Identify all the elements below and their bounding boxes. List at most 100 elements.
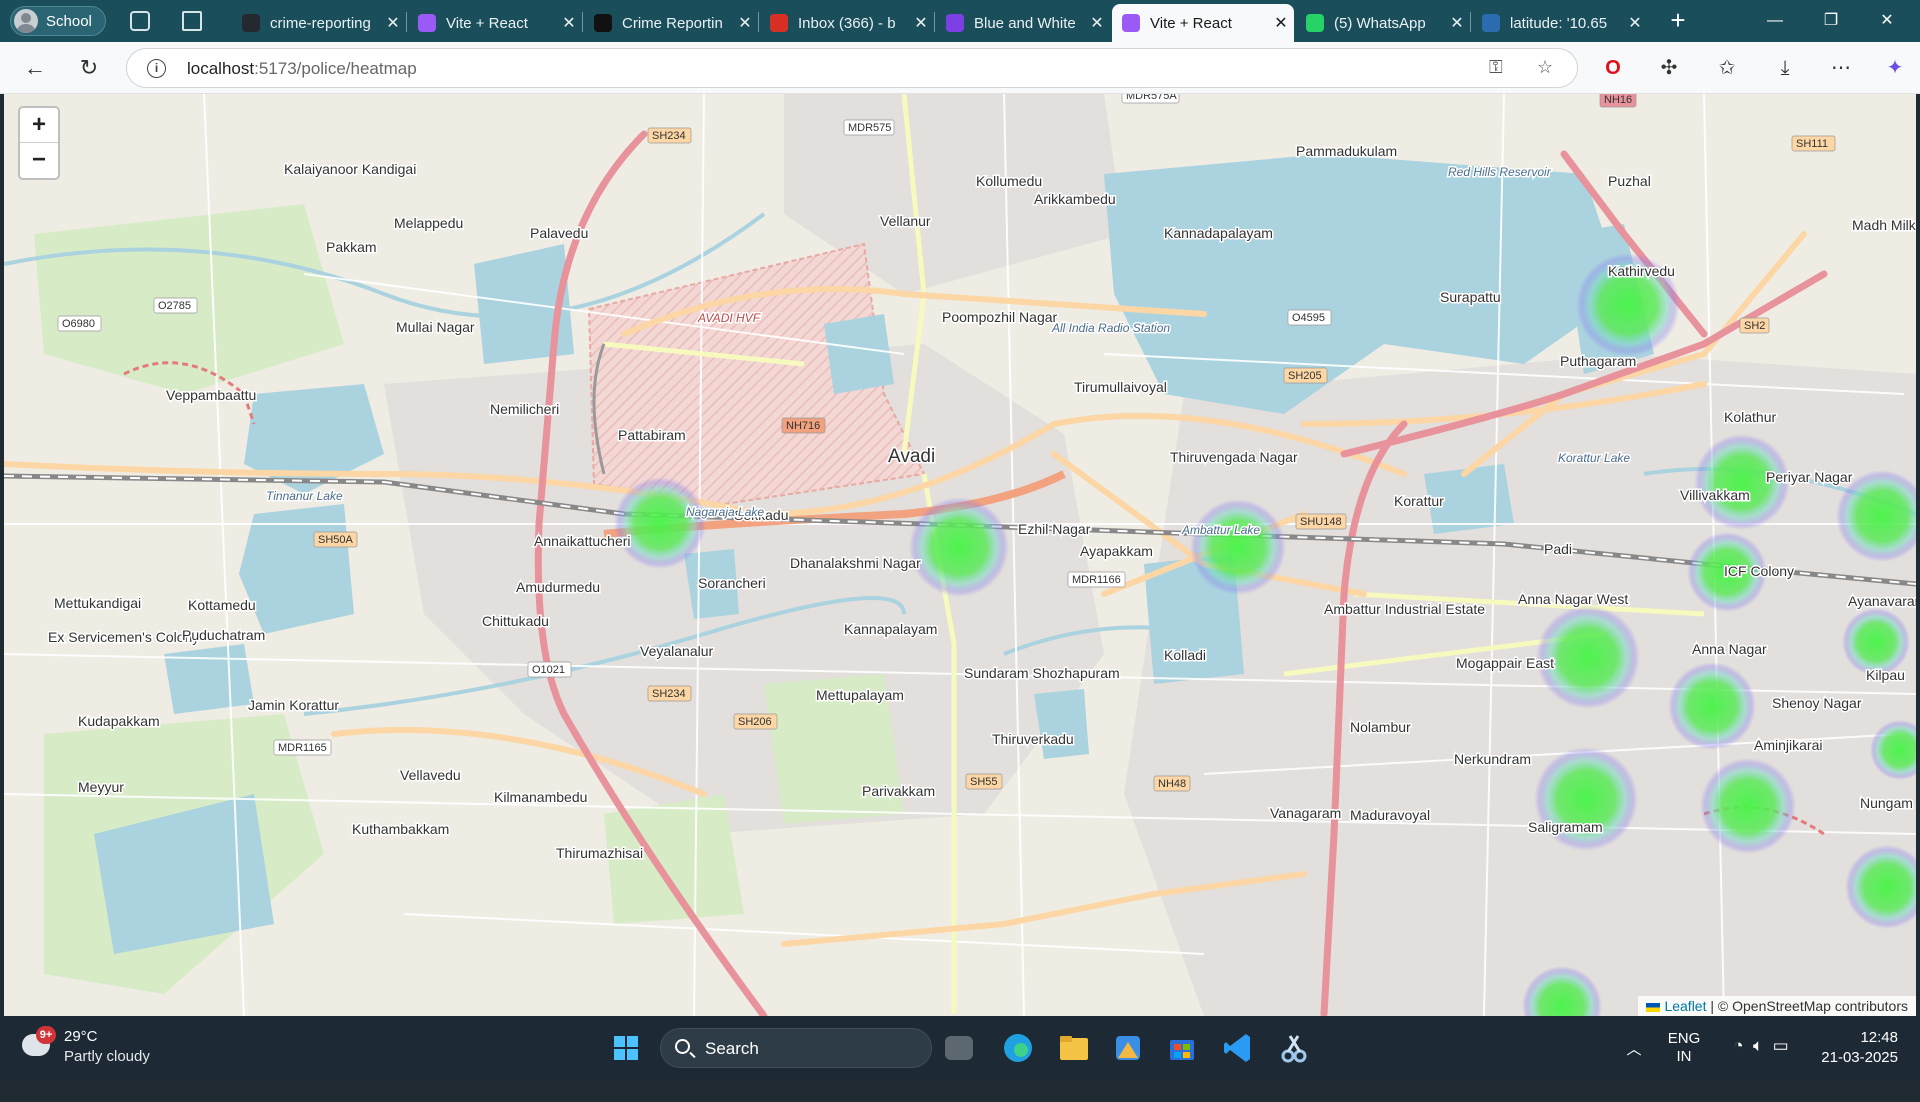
road-shield-label: O4595 — [1292, 312, 1325, 324]
workspaces-icon[interactable] — [130, 11, 150, 31]
place-label: Poompozhil Nagar — [942, 309, 1058, 325]
tab-6[interactable]: Vite + React ✕ — [1112, 4, 1294, 42]
tab-title: latitude: '10.65 — [1510, 14, 1608, 32]
site-info-icon[interactable]: i — [147, 59, 166, 78]
tab-5[interactable]: Blue and White ✕ — [936, 4, 1110, 42]
maximize-button[interactable]: ❐ — [1808, 8, 1854, 34]
road-shield-label: NH16 — [1604, 94, 1632, 106]
ukraine-flag-icon — [1646, 1002, 1661, 1012]
address-bar[interactable]: i localhost:5173/police/heatmap ⚿ ☆ — [126, 48, 1578, 88]
system-tray-icons[interactable]: ◔ 🔈︎ ▭ — [1716, 1036, 1806, 1100]
vite-icon — [418, 14, 436, 32]
heatmap-map[interactable]: SH234 MDR575 MDR575A NH16 SH111 O2785 O6980 NH7… — [4, 94, 1916, 1016]
map-tiles[interactable]: SH234 MDR575 MDR575A NH16 SH111 O2785 O6980 NH7… — [4, 94, 1916, 1016]
place-label: Nemilicheri — [490, 401, 559, 417]
photos-icon[interactable] — [1108, 1028, 1148, 1068]
input-language[interactable]: ENG IN — [1666, 1030, 1702, 1094]
place-label: Kilmanambedu — [494, 789, 587, 805]
close-tab-icon[interactable]: ✕ — [908, 13, 934, 33]
minimize-button[interactable]: — — [1752, 8, 1798, 34]
tab-separator — [1470, 12, 1471, 32]
copilot-icon[interactable]: ✦ — [1880, 54, 1910, 84]
close-tab-icon[interactable]: ✕ — [1268, 13, 1294, 33]
place-label: Ayapakkam — [1080, 543, 1153, 559]
heat-spot — [1668, 662, 1756, 750]
close-tab-icon[interactable]: ✕ — [1444, 13, 1470, 33]
more-menu-icon[interactable]: ⋯ — [1826, 54, 1856, 84]
leaflet-link[interactable]: Leaflet — [1664, 998, 1706, 1014]
vscode-icon[interactable] — [1218, 1028, 1258, 1068]
snipping-tool-icon[interactable] — [1274, 1028, 1314, 1068]
road-shield-label: SH234 — [652, 130, 686, 142]
map-attribution: Leaflet | © OpenStreetMap contributors — [1638, 996, 1916, 1016]
heat-spot — [909, 497, 1009, 597]
store-icon[interactable] — [1162, 1028, 1202, 1068]
key-icon[interactable]: ⚿ — [1489, 57, 1503, 78]
gmail-icon — [770, 14, 788, 32]
close-window-button[interactable]: ✕ — [1864, 8, 1910, 34]
road-shield-label: SH111 — [1796, 138, 1828, 150]
road-shield-label: SH2 — [1744, 320, 1765, 332]
taskbar-search[interactable]: Search — [660, 1028, 932, 1068]
downloads-icon[interactable]: ⤓ — [1770, 54, 1800, 84]
place-label: Surapattu — [1440, 289, 1501, 305]
zoom-out-button[interactable]: − — [20, 143, 58, 178]
tab-1[interactable]: crime-reporting ✕ — [232, 4, 406, 42]
extensions-icon[interactable]: ✣ — [1654, 54, 1684, 84]
place-label: Madh Milk — [1852, 217, 1916, 233]
zoom-in-button[interactable]: + — [20, 108, 58, 143]
opera-extension-icon[interactable]: O — [1598, 54, 1628, 84]
place-label: Mullai Nagar — [396, 319, 475, 335]
tab-4[interactable]: Inbox (366) - b ✕ — [760, 4, 934, 42]
start-button[interactable] — [606, 1028, 646, 1068]
tab-title: Blue and White — [974, 14, 1076, 32]
close-tab-icon[interactable]: ✕ — [556, 13, 582, 33]
place-label: Anna Nagar West — [1518, 591, 1628, 607]
favorite-star-icon[interactable]: ☆ — [1537, 57, 1553, 78]
favorites-icon[interactable]: ✩ — [1712, 54, 1742, 84]
close-tab-icon[interactable]: ✕ — [1622, 13, 1648, 33]
place-label: Kannapalayam — [844, 621, 937, 637]
tab-7[interactable]: (5) WhatsApp ✕ — [1296, 4, 1470, 42]
tab-3[interactable]: Crime Reportin ✕ — [584, 4, 758, 42]
place-label: AVADI HVF — [697, 311, 761, 325]
place-label: Kollumedu — [976, 173, 1042, 189]
place-label: Kannadapalayam — [1164, 225, 1273, 241]
edge-icon[interactable] — [998, 1028, 1038, 1068]
place-label: Kolladi — [1164, 647, 1206, 663]
tab-title: (5) WhatsApp — [1334, 14, 1426, 32]
tab-actions-icon[interactable] — [182, 11, 202, 31]
place-label: Saligramam — [1528, 819, 1603, 835]
file-explorer-icon[interactable] — [1054, 1028, 1094, 1068]
close-tab-icon[interactable]: ✕ — [1084, 13, 1110, 33]
place-label: Vanagaram — [1270, 805, 1341, 821]
close-tab-icon[interactable]: ✕ — [732, 13, 758, 33]
tab-2[interactable]: Vite + React ✕ — [408, 4, 582, 42]
place-label: Padi — [1544, 541, 1572, 557]
place-label: Kolathur — [1724, 409, 1776, 425]
show-hidden-icons[interactable]: ︿ — [1620, 1038, 1648, 1102]
clock[interactable]: 12:48 21-03-2025 — [1808, 1028, 1898, 1068]
tab-8[interactable]: latitude: '10.65 ✕ — [1472, 4, 1648, 42]
place-label: Veyalanalur — [640, 643, 714, 659]
profile-button[interactable]: School — [10, 6, 106, 36]
close-tab-icon[interactable]: ✕ — [380, 13, 406, 33]
place-label: Palavedu — [530, 225, 588, 241]
road-shield-label: MDR575 — [848, 122, 891, 134]
zoom-control: + − — [18, 106, 60, 180]
place-label: Maduravoyal — [1350, 807, 1430, 823]
place-label: Ambattur Industrial Estate — [1324, 601, 1485, 617]
reload-icon[interactable]: ↻ — [74, 54, 104, 84]
place-label: Villivakkam — [1680, 487, 1750, 503]
place-label: Mogappair East — [1456, 655, 1554, 671]
whatsapp-icon — [1306, 14, 1324, 32]
new-tab-button[interactable]: + — [1662, 6, 1694, 36]
osm-attribution[interactable]: | © OpenStreetMap contributors — [1707, 998, 1908, 1014]
back-icon[interactable]: ← — [20, 54, 50, 84]
search-icon — [675, 1039, 690, 1054]
place-label: Thiruvengada Nagar — [1170, 449, 1298, 465]
url-text[interactable]: localhost:5173/police/heatmap — [187, 59, 417, 79]
clock-date: 21-03-2025 — [1821, 1049, 1898, 1066]
task-view-icon[interactable] — [945, 1036, 973, 1060]
place-label: Mettukandigai — [54, 595, 141, 611]
